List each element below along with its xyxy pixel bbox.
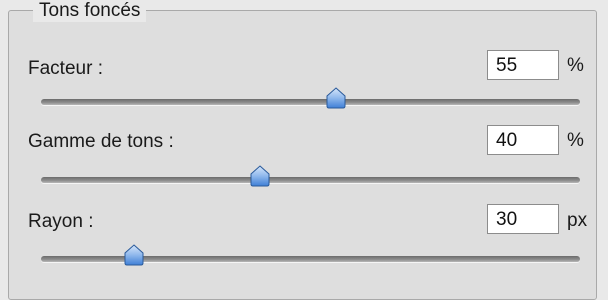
factor-field[interactable] xyxy=(487,50,559,80)
tonal-width-slider-thumb[interactable] xyxy=(249,165,271,187)
slider-thumb-icon xyxy=(124,244,144,266)
tonal-width-label: Gamme de tons : xyxy=(28,131,174,152)
radius-unit: px xyxy=(567,210,588,231)
slider-thumb-icon xyxy=(326,87,346,109)
tonal-width-unit: % xyxy=(567,130,584,151)
tonal-width-slider-track[interactable] xyxy=(41,177,580,183)
radius-field[interactable] xyxy=(487,204,559,234)
factor-slider-thumb[interactable] xyxy=(325,87,347,109)
radius-slider-thumb[interactable] xyxy=(123,244,145,266)
factor-slider-track[interactable] xyxy=(41,99,580,105)
factor-label: Facteur : xyxy=(28,58,103,79)
group-title: Tons foncés xyxy=(33,0,147,22)
radius-slider-track[interactable] xyxy=(41,256,580,262)
slider-thumb-icon xyxy=(250,165,270,187)
tonal-width-field[interactable] xyxy=(487,125,559,155)
radius-label: Rayon : xyxy=(28,211,94,232)
factor-unit: % xyxy=(567,55,584,76)
